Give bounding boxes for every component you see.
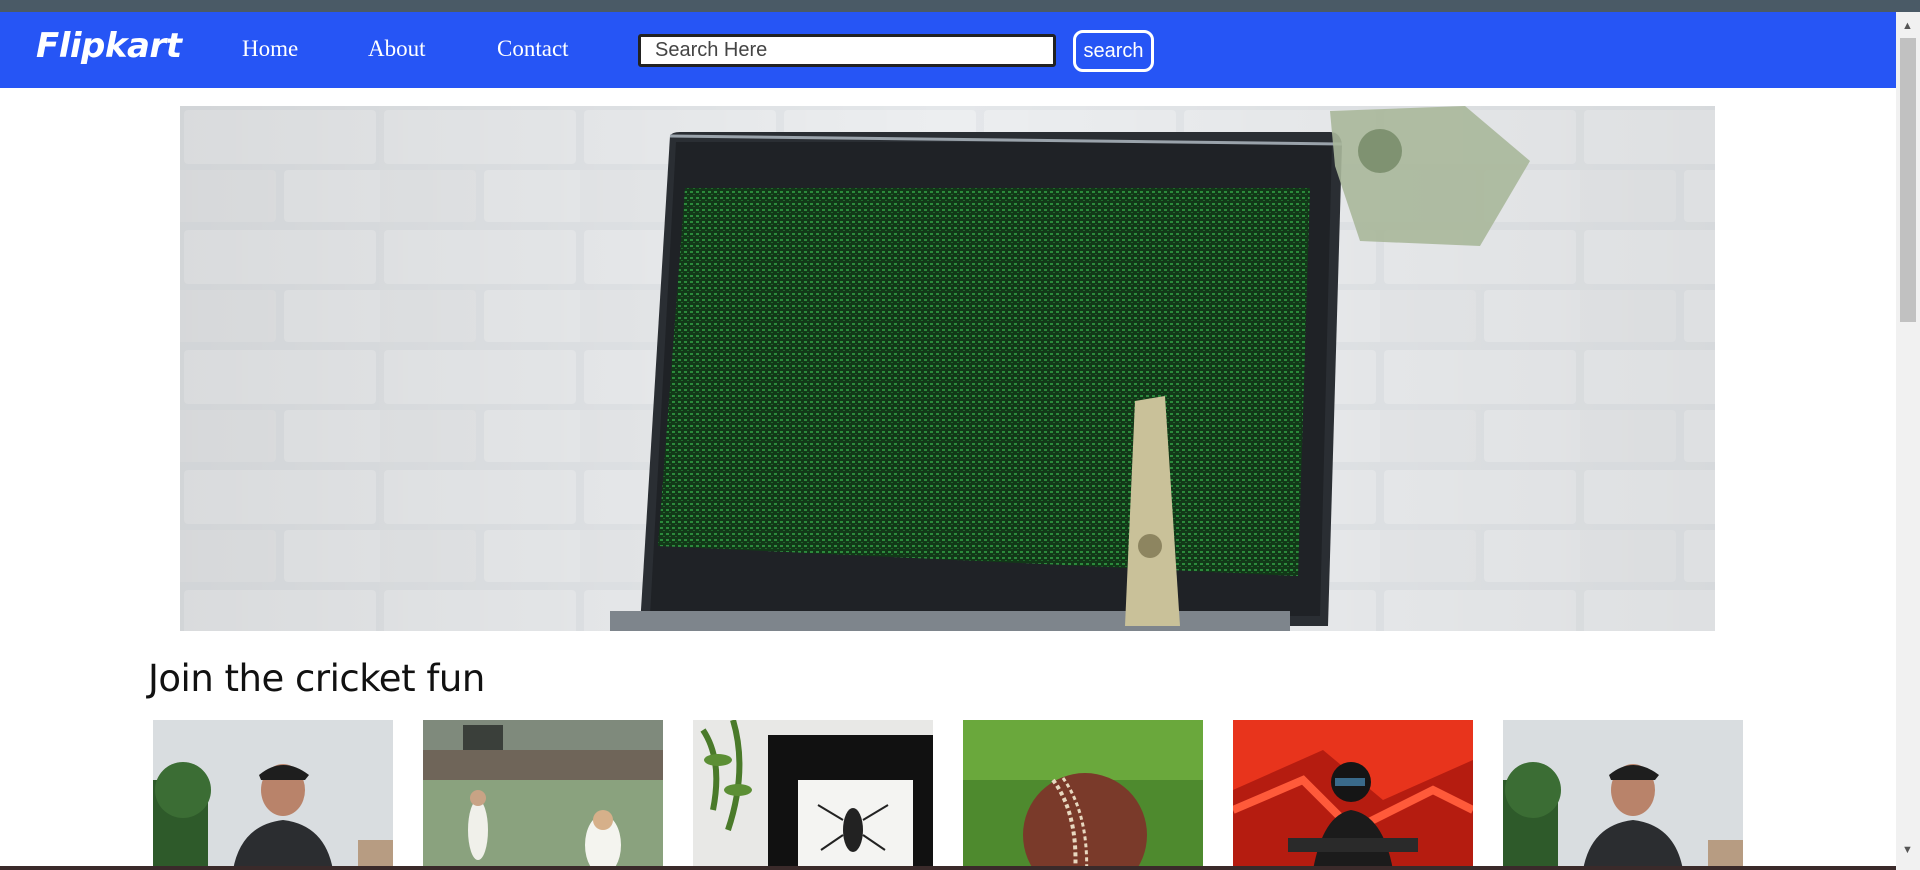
browser-top-strip [0, 0, 1920, 12]
man-in-cap-image [153, 720, 393, 870]
search-input[interactable] [638, 34, 1056, 67]
logo[interactable]: Flipkart [36, 26, 182, 66]
navbar: Flipkart Home About Contact search [0, 12, 1896, 88]
bottom-edge [0, 866, 1896, 870]
insect-art-frame-image [693, 720, 933, 870]
hero-banner-image [180, 106, 1715, 631]
product-card[interactable] [153, 720, 393, 870]
nav-link-about[interactable]: About [368, 36, 426, 62]
cricket-ball-on-grass-image [963, 720, 1203, 870]
cricket-match-image [423, 720, 663, 870]
product-card[interactable] [423, 720, 663, 870]
product-card[interactable] [693, 720, 933, 870]
scroll-down-arrow-icon[interactable]: ▼ [1902, 844, 1913, 856]
section-title: Join the cricket fun [148, 657, 485, 700]
search-button[interactable]: search [1073, 30, 1154, 72]
nav-link-contact[interactable]: Contact [497, 36, 569, 62]
product-card[interactable] [963, 720, 1203, 870]
motorcyclist-red-image [1233, 720, 1473, 870]
nav-link-home[interactable]: Home [242, 36, 298, 62]
scroll-up-arrow-icon[interactable]: ▲ [1902, 20, 1913, 32]
laptop-with-money-image [180, 106, 1715, 631]
product-card[interactable] [1503, 720, 1743, 870]
vertical-scrollbar[interactable]: ▲ ▼ [1896, 12, 1920, 870]
man-in-cap-image [1503, 720, 1743, 870]
product-card[interactable] [1233, 720, 1473, 870]
scroll-thumb[interactable] [1900, 38, 1916, 322]
